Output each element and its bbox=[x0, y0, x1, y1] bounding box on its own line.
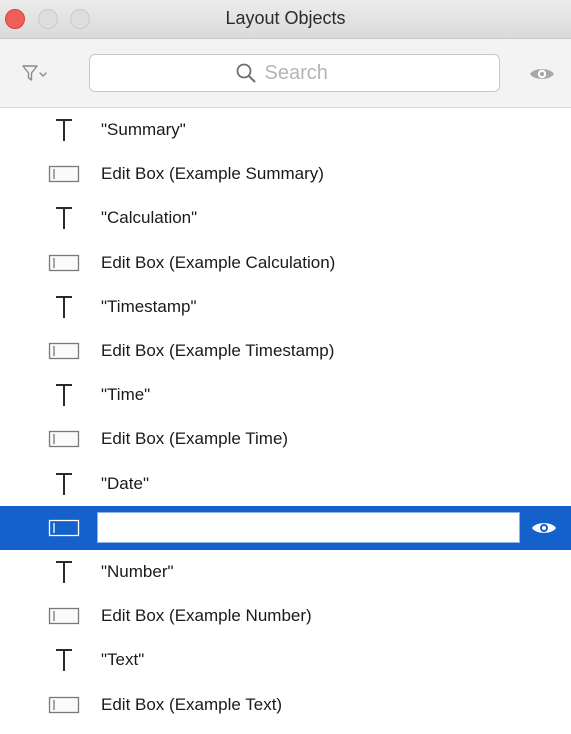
eye-icon[interactable] bbox=[527, 64, 557, 84]
layout-objects-list: "Summary" Edit Box (Example Summary) "Calc… bbox=[0, 108, 571, 727]
list-item-label: "Calculation" bbox=[101, 208, 198, 228]
text-object-icon bbox=[48, 118, 80, 142]
text-object-icon bbox=[48, 295, 80, 319]
eye-icon[interactable] bbox=[530, 518, 558, 538]
list-item-label: "Timestamp" bbox=[101, 296, 197, 316]
list-item[interactable]: Edit Box (Example Summary) bbox=[0, 152, 571, 196]
list-item-label: "Text" bbox=[101, 650, 145, 670]
text-object-icon bbox=[48, 383, 80, 407]
text-object-icon bbox=[48, 648, 80, 672]
list-item-label: Edit Box (Example Timestamp) bbox=[101, 341, 335, 361]
text-object-icon bbox=[48, 206, 80, 230]
search-input[interactable] bbox=[264, 61, 355, 85]
list-item-label: "Number" bbox=[101, 561, 174, 581]
edit-box-icon bbox=[48, 604, 80, 628]
search-icon bbox=[235, 62, 257, 84]
list-item[interactable]: Edit Box (Example Number) bbox=[0, 594, 571, 638]
list-item-selected[interactable] bbox=[0, 505, 571, 550]
list-item[interactable]: Edit Box (Example Text) bbox=[0, 682, 571, 726]
list-item[interactable]: Edit Box (Example Timestamp) bbox=[0, 329, 571, 373]
list-item-label: "Date" bbox=[101, 473, 149, 493]
list-item[interactable]: Edit Box (Example Time) bbox=[0, 417, 571, 461]
list-item[interactable]: "Summary" bbox=[0, 108, 571, 152]
list-item[interactable]: Edit Box (Example Calculation) bbox=[0, 241, 571, 285]
list-item-label: "Summary" bbox=[101, 120, 186, 140]
filter-icon[interactable] bbox=[20, 61, 50, 85]
edit-box-icon bbox=[48, 162, 80, 186]
list-item-label: Edit Box (Example Number) bbox=[101, 606, 312, 626]
list-item-label: Edit Box (Example Time) bbox=[101, 429, 289, 449]
list-item-label: "Time" bbox=[101, 385, 151, 405]
list-item[interactable]: "Calculation" bbox=[0, 196, 571, 240]
text-object-icon bbox=[48, 472, 80, 496]
toolbar bbox=[0, 39, 571, 108]
list-item[interactable]: "Time" bbox=[0, 373, 571, 417]
list-item-label: Edit Box (Example Text) bbox=[101, 694, 283, 714]
edit-box-icon bbox=[48, 693, 80, 717]
edit-box-icon bbox=[48, 516, 80, 540]
layout-objects-window: Layout Objects "Summa bbox=[0, 0, 571, 734]
list-item[interactable]: "Date" bbox=[0, 462, 571, 506]
rename-input[interactable] bbox=[97, 511, 520, 543]
title-bar[interactable]: Layout Objects bbox=[0, 0, 571, 39]
search-field[interactable] bbox=[89, 54, 500, 92]
text-object-icon bbox=[48, 560, 80, 584]
edit-box-icon bbox=[48, 251, 80, 275]
list-item-label: Edit Box (Example Summary) bbox=[101, 164, 324, 184]
list-item[interactable]: "Number" bbox=[0, 550, 571, 594]
edit-box-icon bbox=[48, 339, 80, 363]
list-item[interactable]: "Text" bbox=[0, 638, 571, 682]
list-item-label: Edit Box (Example Calculation) bbox=[101, 252, 336, 272]
edit-box-icon bbox=[48, 427, 80, 451]
list-item[interactable]: "Timestamp" bbox=[0, 285, 571, 329]
window-title: Layout Objects bbox=[225, 8, 346, 28]
